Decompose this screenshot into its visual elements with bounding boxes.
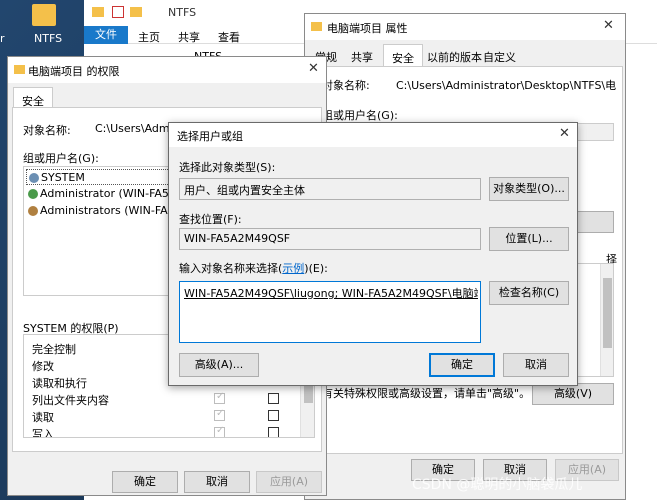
close-icon[interactable]: ✕ [559, 126, 570, 141]
user-name: SYSTEM [41, 171, 85, 184]
scrollbar[interactable] [600, 264, 613, 376]
permissions-titlebar: 电脑端项目 的权限 ✕ [8, 57, 326, 83]
ok-button[interactable]: 确定 [429, 353, 495, 377]
object-names-input[interactable]: WIN-FA5A2M49QSF\liugong; WIN-FA5A2M49QSF… [179, 281, 481, 343]
close-icon[interactable]: ✕ [308, 61, 319, 76]
advanced-button[interactable]: 高级(V) [532, 383, 614, 405]
perm-read-execute: 读取和执行 [32, 377, 87, 390]
folder-icon [311, 22, 322, 31]
tab-customize[interactable]: 自定义 [477, 46, 522, 68]
user-row-administrator[interactable]: Administrator (WIN-FA5A2M [26, 186, 193, 202]
checkbox-icon [112, 6, 124, 18]
select-users-dialog: 选择用户或组 ✕ 选择此对象类型(S): 用户、组或内置安全主体 对象类型(O)… [168, 122, 578, 386]
cancel-button[interactable]: 取消 [503, 353, 569, 377]
users-group-icon [29, 173, 39, 183]
allow-checkbox[interactable] [214, 391, 225, 404]
edit-button-partial[interactable] [574, 211, 614, 233]
user-icon [28, 189, 38, 199]
allow-checkbox[interactable] [214, 408, 225, 421]
group-label: 组或用户名(G): [23, 152, 99, 165]
allow-checkbox[interactable] [214, 425, 225, 437]
tab-file[interactable]: 文件 [84, 26, 128, 44]
deny-checkbox[interactable] [268, 410, 279, 421]
object-name-value: C:\Users\Administrator\Desktop\NTFS\电脑端项… [396, 79, 616, 92]
enter-label-suffix: )(E): [304, 262, 328, 275]
properties-titlebar: 电脑端项目 属性 ✕ [305, 14, 625, 40]
enter-names-label: 输入对象名称来选择(示例)(E): [179, 260, 328, 276]
object-types-button[interactable]: 对象类型(O)... [489, 177, 569, 201]
desktop-folder-label[interactable]: NTFS [34, 32, 62, 45]
dialog-title: 选择用户或组 [177, 130, 243, 143]
desktop-left-text: r [0, 32, 5, 45]
object-type-label: 选择此对象类型(S): [179, 161, 276, 174]
enter-label-prefix: 输入对象名称来选择( [179, 262, 283, 275]
group-label: 组或用户名(G): [322, 109, 398, 122]
advanced-button[interactable]: 高级(A)... [179, 353, 259, 377]
tab-view[interactable]: 查看 [218, 29, 240, 45]
quick-access-folder-icon [130, 7, 142, 17]
entered-names-text: WIN-FA5A2M49QSF\liugong; WIN-FA5A2M49QSF… [184, 287, 478, 300]
dialog-titlebar: 选择用户或组 ✕ [169, 123, 577, 147]
perm-full-control: 完全控制 [32, 343, 76, 356]
ok-button[interactable]: 确定 [112, 471, 178, 493]
locations-button[interactable]: 位置(L)... [489, 227, 569, 251]
examples-link[interactable]: 示例 [282, 262, 304, 275]
object-name-label: 对象名称: [23, 124, 71, 137]
scrollbar-thumb[interactable] [603, 278, 612, 348]
cancel-button[interactable]: 取消 [184, 471, 250, 493]
desktop-folder-icon[interactable] [32, 4, 56, 26]
users-group-icon [28, 206, 38, 216]
user-row-system[interactable]: SYSTEM [26, 169, 176, 185]
user-row-administrators[interactable]: Administrators (WIN-FA5A2M [26, 203, 199, 219]
tab-home[interactable]: 主页 [138, 29, 160, 45]
perm-modify: 修改 [32, 360, 54, 373]
tab-share[interactable]: 共享 [178, 29, 200, 45]
object-type-field: 用户、组或内置安全主体 [179, 178, 481, 200]
folder-icon [14, 65, 25, 74]
scrollbar-thumb[interactable] [304, 383, 313, 403]
perm-list-folder: 列出文件夹内容 [32, 394, 109, 407]
deny-checkbox[interactable] [268, 427, 279, 437]
location-field: WIN-FA5A2M49QSF [179, 228, 481, 250]
folder-icon [92, 7, 104, 17]
tab-sharing[interactable]: 共享 [345, 46, 379, 68]
check-names-button[interactable]: 检查名称(C) [489, 281, 569, 305]
window-title: 电脑端项目 属性 [327, 22, 408, 35]
deny-checkbox[interactable] [268, 393, 279, 404]
advanced-notice: 有关特殊权限或高级设置，请单击"高级"。 [322, 387, 531, 400]
window-title: 电脑端项目 的权限 [28, 65, 120, 78]
watermark: CSDN @聪明的小脑袋瓜儿 [412, 477, 583, 493]
object-name-label: 对象名称: [322, 79, 370, 92]
close-icon[interactable]: ✕ [603, 18, 614, 33]
location-label: 查找位置(F): [179, 213, 242, 226]
window-title: NTFS [168, 6, 197, 19]
perm-write: 写入 [32, 428, 54, 438]
perm-read: 读取 [32, 411, 54, 424]
apply-button[interactable]: 应用(A) [256, 471, 322, 493]
